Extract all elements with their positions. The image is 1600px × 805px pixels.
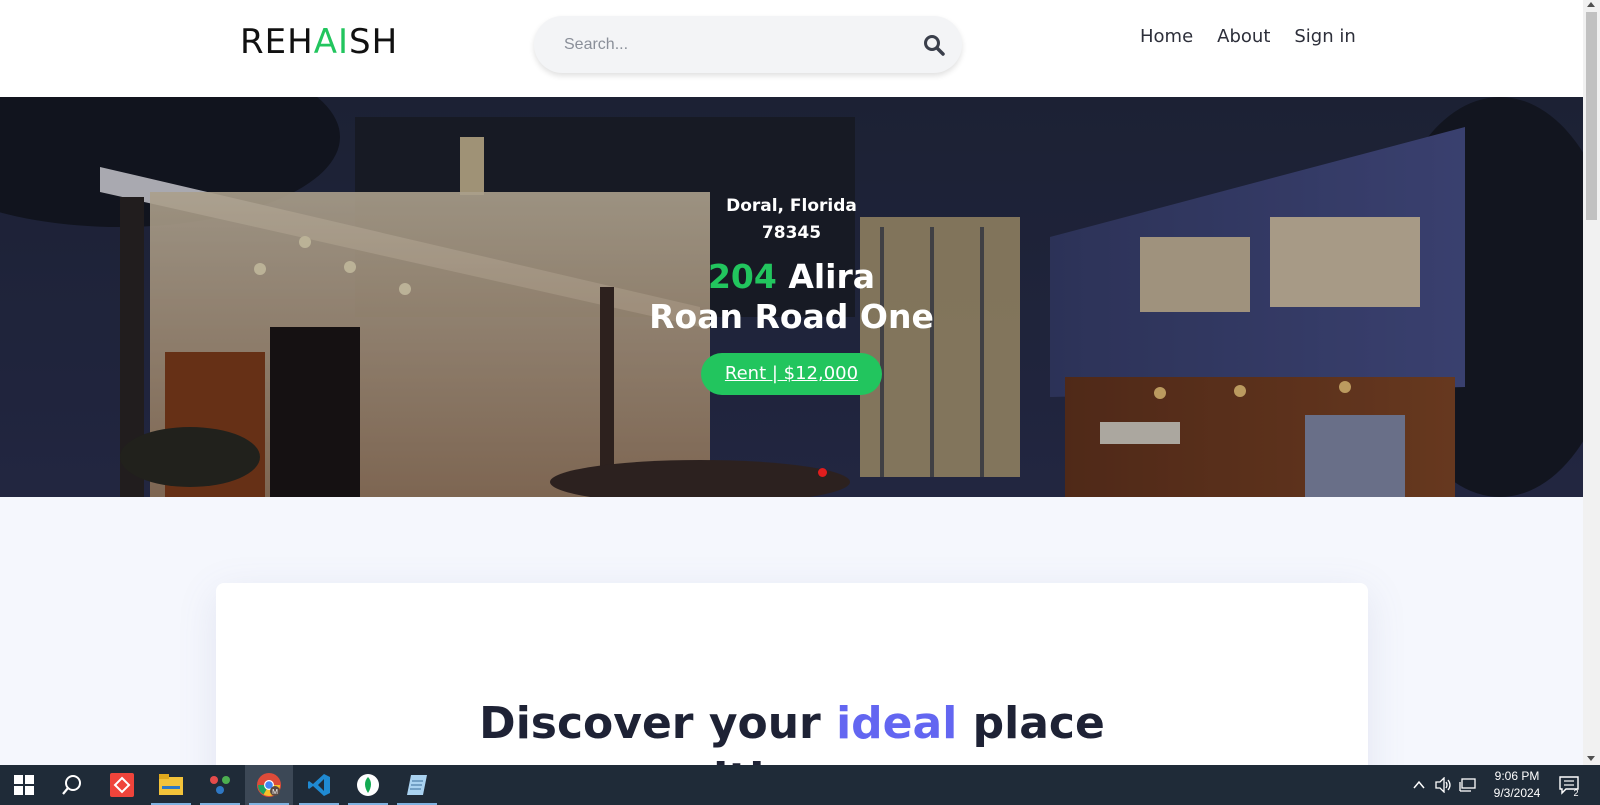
logo-text-sh: SH	[348, 22, 399, 62]
hero-content: Doral, Florida 78345 204 Alira Roan Road…	[0, 193, 1583, 395]
nav-signin-link[interactable]: Sign in	[1294, 26, 1355, 47]
taskbar-app-chrome[interactable]: M	[245, 765, 293, 805]
carousel-dot[interactable]	[818, 468, 827, 477]
site-logo[interactable]: REHAISH	[240, 22, 398, 62]
windows-logo-icon	[14, 775, 34, 795]
nav-home-link[interactable]: Home	[1140, 26, 1193, 47]
svg-text:M: M	[272, 789, 278, 796]
scroll-up-arrow-icon[interactable]	[1587, 2, 1595, 7]
scroll-thumb[interactable]	[1586, 12, 1597, 220]
chevron-up-icon[interactable]	[1412, 778, 1426, 792]
hero-title-number: 204	[707, 257, 777, 296]
notepad-icon	[407, 775, 427, 795]
discover-heading-text-3: with ease	[673, 754, 912, 765]
main-nav: Home About Sign in	[1140, 26, 1356, 47]
hero-title: 204 Alira Roan Road One	[0, 257, 1583, 337]
volume-icon[interactable]	[1435, 777, 1453, 793]
discover-card: Discover your ideal place with ease	[216, 583, 1368, 765]
folder-icon	[159, 774, 183, 795]
start-button[interactable]	[0, 765, 48, 805]
scroll-down-arrow-icon[interactable]	[1587, 756, 1595, 761]
taskbar-search-button[interactable]	[48, 765, 96, 805]
discover-heading: Discover your ideal place with ease	[216, 696, 1368, 765]
page-scrollbar[interactable]	[1583, 0, 1600, 765]
taskbar-app-vscode[interactable]	[295, 765, 343, 805]
windows-taskbar: M 9:06 PM 9/3/2024 2	[0, 765, 1600, 805]
logo-text-ai: AI	[313, 22, 349, 62]
site-header: REHAISH Home About Sign in	[0, 0, 1583, 97]
search-icon	[62, 775, 81, 795]
rent-price-button[interactable]: Rent | $12,000	[700, 353, 883, 395]
search-input[interactable]	[564, 32, 904, 58]
search-bar	[534, 16, 962, 73]
hero-location-zip: 78345	[761, 223, 822, 243]
hero-title-street-part2: Roan Road One	[649, 297, 934, 336]
taskbar-app-anydesk[interactable]	[98, 765, 146, 805]
hero-banner: Doral, Florida 78345 204 Alira Roan Road…	[0, 97, 1583, 497]
discover-heading-text-2: place	[972, 698, 1105, 749]
discover-heading-highlight: ideal	[836, 698, 958, 749]
notification-count-badge: 2	[1573, 788, 1579, 798]
vscode-icon	[308, 774, 330, 796]
system-tray	[1412, 765, 1477, 805]
clock-time: 9:06 PM	[1494, 769, 1540, 783]
clock-date: 9/3/2024	[1493, 786, 1541, 800]
taskbar-app-notepad[interactable]	[393, 765, 441, 805]
logo-text-reh: REH	[240, 22, 314, 62]
chrome-icon: M	[257, 773, 281, 797]
davinci-resolve-icon	[210, 776, 230, 794]
network-icon[interactable]	[1459, 777, 1477, 793]
hero-title-street-part1: Alira	[788, 257, 876, 296]
hero-location-city: Doral, Florida	[726, 196, 857, 216]
mongodb-icon	[357, 774, 379, 796]
taskbar-clock[interactable]: 9:06 PM 9/3/2024	[1478, 768, 1556, 802]
discover-heading-text-1: Discover your	[479, 698, 821, 749]
taskbar-app-davinci[interactable]	[196, 765, 244, 805]
search-icon[interactable]	[922, 33, 946, 57]
nav-about-link[interactable]: About	[1217, 26, 1270, 47]
taskbar-app-mongodb-compass[interactable]	[344, 765, 392, 805]
anydesk-icon	[110, 773, 134, 797]
browser-page: REHAISH Home About Sign in	[0, 0, 1583, 765]
taskbar-app-file-explorer[interactable]	[147, 765, 195, 805]
